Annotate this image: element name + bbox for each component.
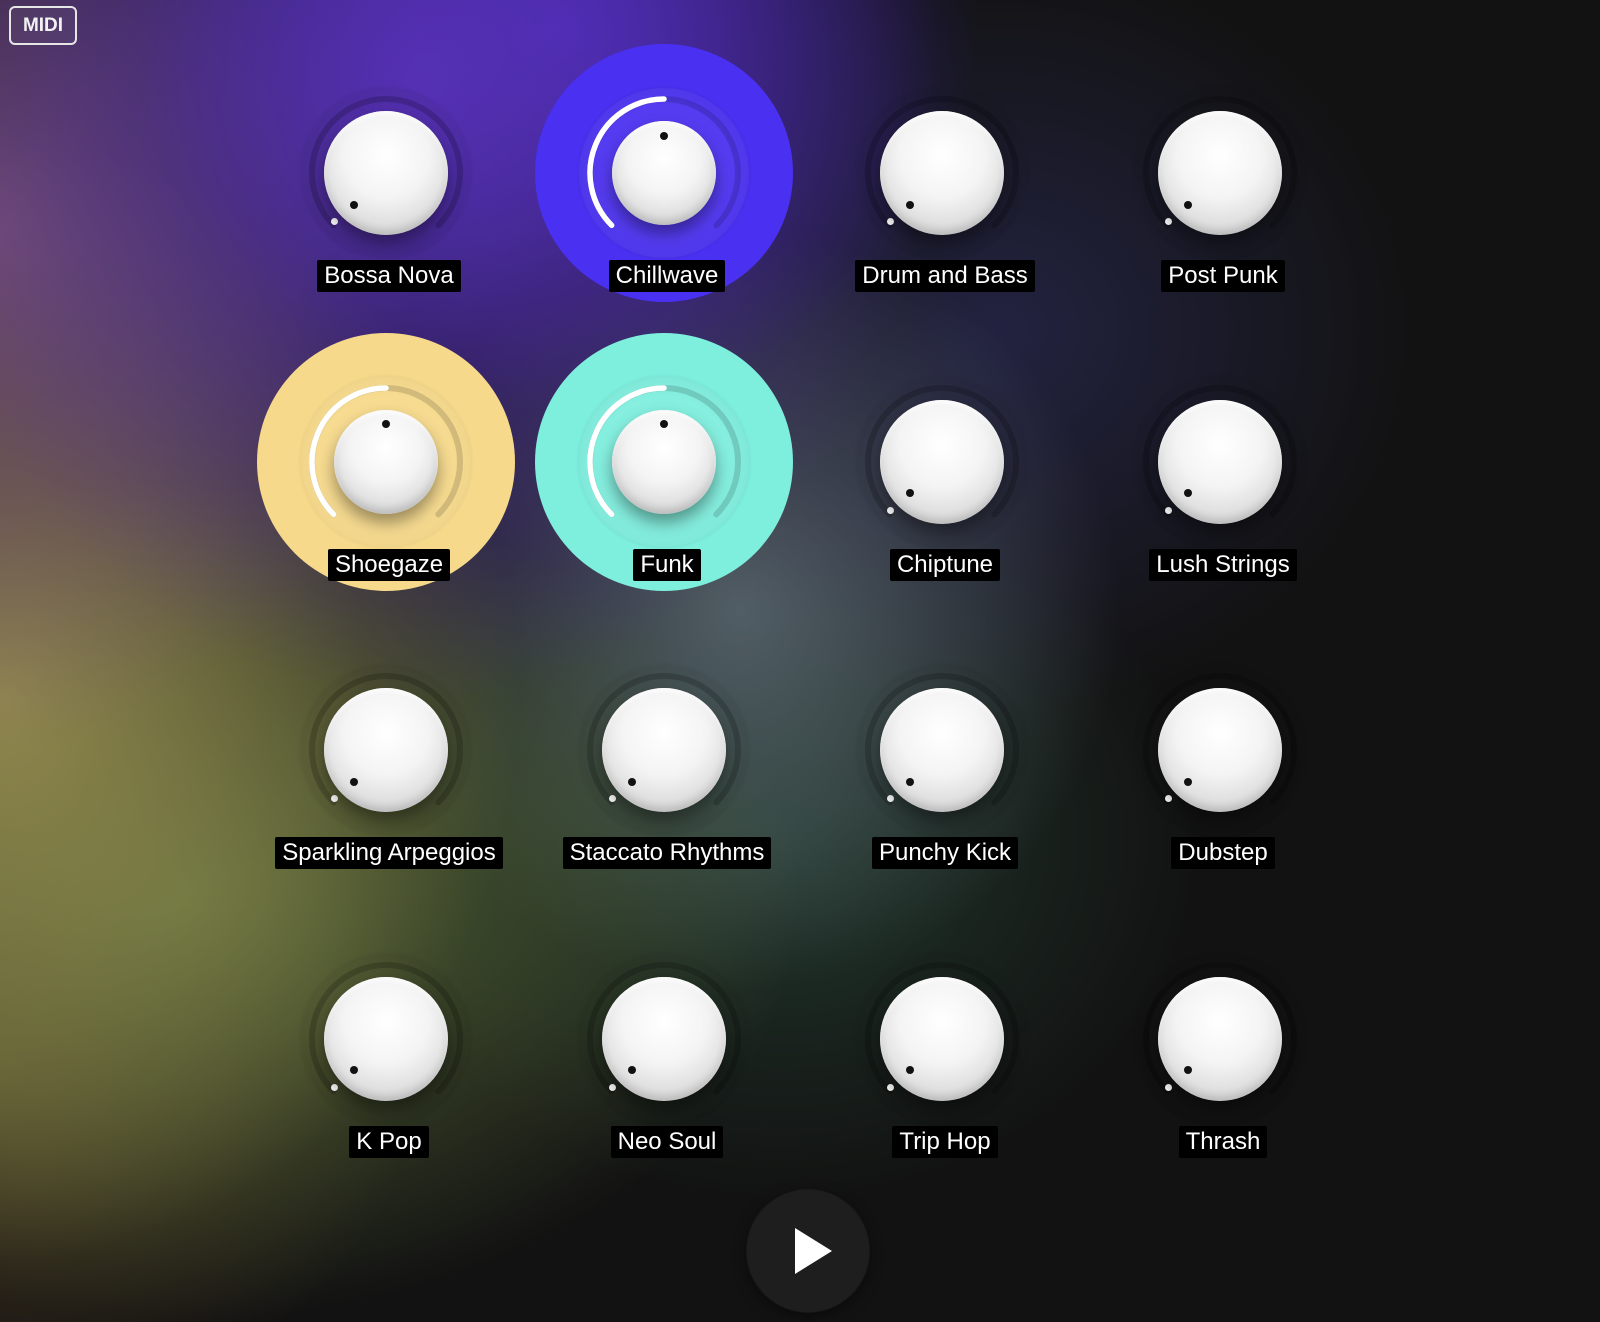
knob-min-dot: [331, 218, 338, 225]
knob-cell: Neo Soul: [528, 896, 806, 1185]
knob-cell: Funk: [528, 319, 806, 608]
knob-min-dot: [331, 1083, 338, 1091]
knob-cap: [1158, 688, 1282, 812]
midi-button[interactable]: MIDI: [9, 6, 77, 45]
knob-pointer: [628, 1066, 637, 1075]
knob-cell: Bossa Nova: [250, 30, 528, 319]
knob-pointer: [382, 420, 390, 429]
knob-cap: [324, 111, 448, 235]
play-icon: [795, 1228, 832, 1274]
knob-label: K Pop: [349, 1125, 429, 1158]
knob-pointer: [660, 420, 668, 429]
prompt-knob[interactable]: [579, 88, 749, 258]
prompt-knob[interactable]: [857, 665, 1027, 835]
knob-label: Bossa Nova: [317, 260, 461, 292]
knob-label: Staccato Rhythms: [562, 837, 772, 869]
knob-pointer: [350, 1066, 359, 1075]
knob-min-dot: [609, 795, 616, 802]
knob-cell: Lush Strings: [1084, 319, 1362, 608]
knob-cell: Punchy Kick: [806, 607, 1084, 896]
knob-pointer: [628, 777, 637, 786]
knob-min-dot: [1165, 218, 1172, 225]
knob-cap: [324, 976, 448, 1101]
knob-cap: [602, 976, 726, 1101]
prompt-knob[interactable]: [301, 88, 471, 258]
knob-min-dot: [887, 506, 894, 514]
knob-min-dot: [887, 795, 894, 802]
knob-cell: Trip Hop: [806, 896, 1084, 1185]
knob-cap: [334, 409, 438, 514]
knob-cell: Dubstep: [1084, 607, 1362, 896]
knob-label: Chillwave: [608, 260, 726, 292]
knob-cell: Sparkling Arpeggios: [250, 607, 528, 896]
knob-cell: Staccato Rhythms: [528, 607, 806, 896]
knob-pointer: [660, 131, 668, 140]
prompt-knob[interactable]: [857, 953, 1027, 1124]
knob-min-dot: [1165, 1083, 1172, 1091]
prompt-knob[interactable]: [301, 665, 471, 835]
knob-cap: [880, 688, 1004, 812]
prompt-knob[interactable]: [857, 376, 1027, 547]
knob-cap: [880, 976, 1004, 1101]
knob-pointer: [350, 200, 359, 209]
prompt-knob[interactable]: [1135, 665, 1305, 835]
knob-cell: Post Punk: [1084, 30, 1362, 319]
knob-label: Trip Hop: [892, 1125, 998, 1158]
knob-cap: [880, 111, 1004, 235]
prompt-knob-grid: Bossa Nova Chillwave Drum and Bass Post …: [250, 30, 1362, 1170]
knob-min-dot: [331, 795, 338, 802]
knob-pointer: [350, 777, 359, 786]
knob-pointer: [1184, 1066, 1193, 1075]
knob-cell: K Pop: [250, 896, 528, 1185]
prompt-knob[interactable]: [579, 376, 749, 547]
knob-cap: [612, 409, 716, 514]
knob-pointer: [1184, 200, 1193, 209]
knob-cell: Shoegaze: [250, 319, 528, 608]
knob-pointer: [1184, 777, 1193, 786]
knob-min-dot: [1165, 506, 1172, 514]
prompt-knob[interactable]: [1135, 88, 1305, 258]
knob-cap: [880, 399, 1004, 524]
knob-min-dot: [887, 1083, 894, 1091]
knob-label: Neo Soul: [610, 1125, 724, 1158]
knob-pointer: [1184, 489, 1193, 498]
knob-cap: [324, 688, 448, 812]
knob-label: Lush Strings: [1149, 548, 1297, 581]
knob-cap: [612, 121, 716, 225]
knob-cap: [1158, 976, 1282, 1101]
knob-pointer: [906, 1066, 915, 1075]
knob-cell: Drum and Bass: [806, 30, 1084, 319]
prompt-knob[interactable]: [1135, 953, 1305, 1124]
knob-label: Chiptune: [889, 548, 1001, 581]
knob-cap: [1158, 111, 1282, 235]
knob-min-dot: [609, 1083, 616, 1091]
knob-label: Thrash: [1178, 1125, 1268, 1158]
prompt-knob[interactable]: [579, 665, 749, 835]
knob-pointer: [906, 777, 915, 786]
knob-label: Shoegaze: [327, 548, 451, 581]
knob-label: Sparkling Arpeggios: [275, 837, 503, 869]
knob-pointer: [906, 200, 915, 209]
knob-label: Funk: [633, 548, 701, 581]
knob-label: Post Punk: [1161, 260, 1285, 292]
knob-cell: Chillwave: [528, 30, 806, 319]
knob-cell: Chiptune: [806, 319, 1084, 608]
knob-pointer: [906, 489, 915, 498]
play-button[interactable]: [747, 1190, 869, 1312]
knob-cap: [602, 688, 726, 812]
prompt-knob[interactable]: [1135, 376, 1305, 547]
knob-cell: Thrash: [1084, 896, 1362, 1185]
knob-label: Drum and Bass: [855, 260, 1035, 292]
knob-label: Punchy Kick: [871, 837, 1019, 869]
prompt-knob[interactable]: [301, 953, 471, 1124]
knob-min-dot: [887, 218, 894, 225]
prompt-knob[interactable]: [857, 88, 1027, 258]
knob-min-dot: [1165, 795, 1172, 802]
prompt-knob[interactable]: [301, 376, 471, 547]
knob-cap: [1158, 399, 1282, 524]
prompt-knob[interactable]: [579, 953, 749, 1124]
knob-label: Dubstep: [1171, 837, 1275, 869]
